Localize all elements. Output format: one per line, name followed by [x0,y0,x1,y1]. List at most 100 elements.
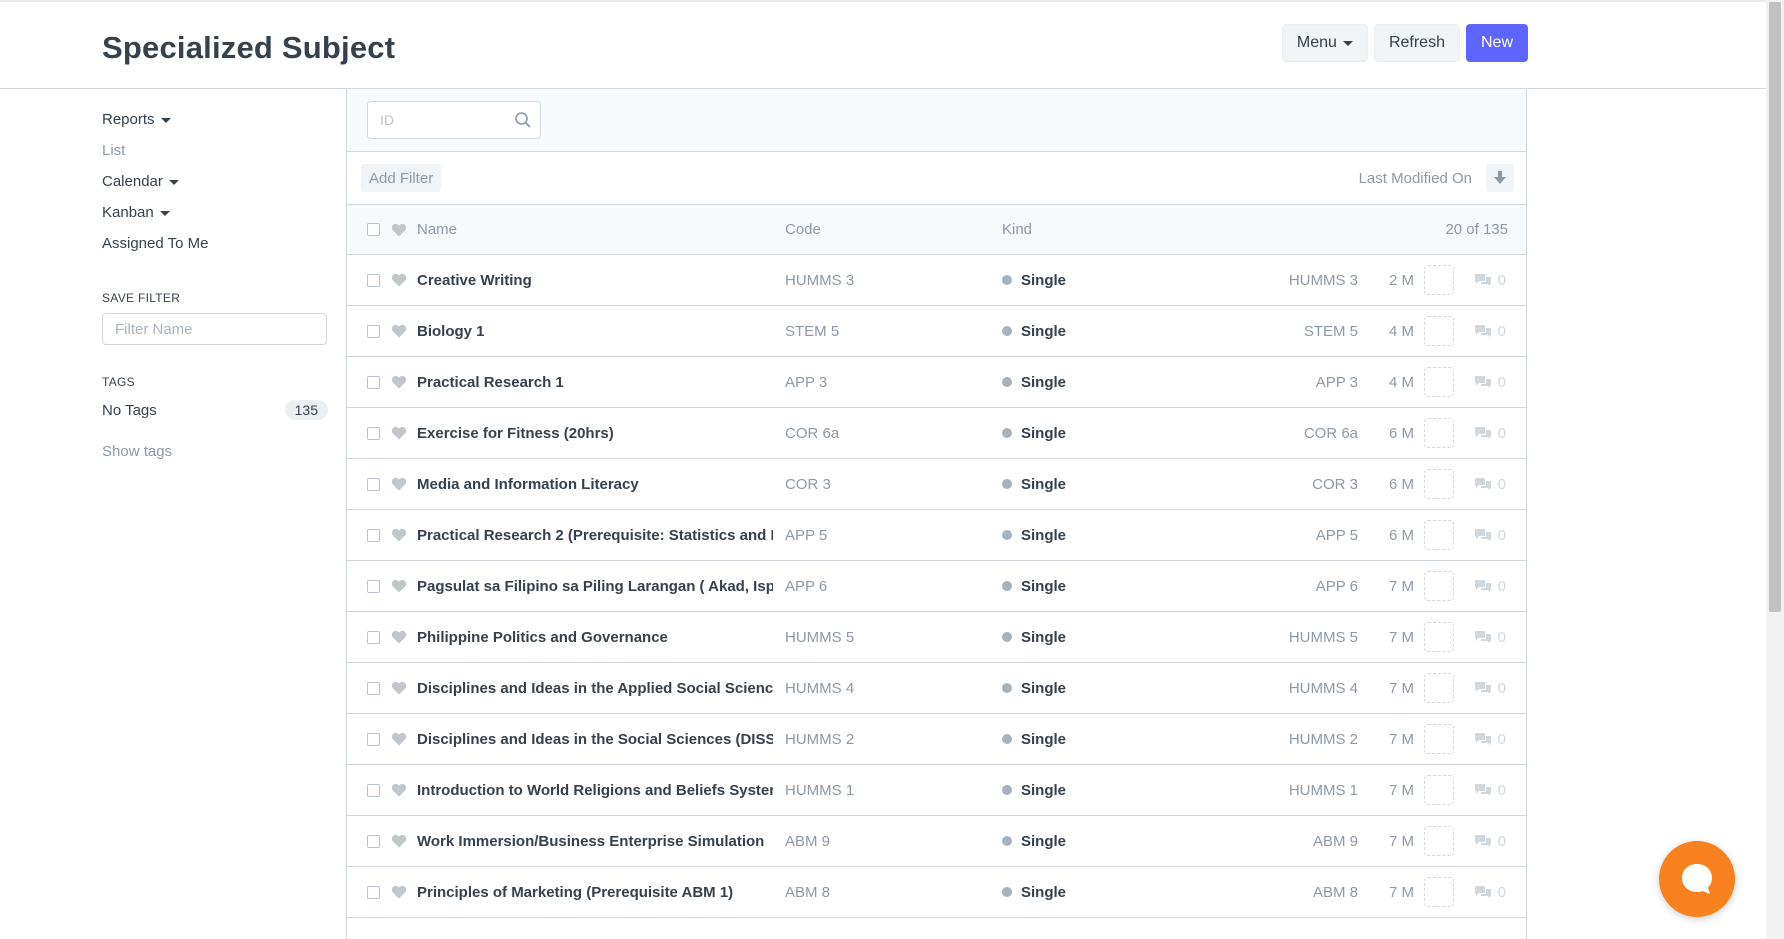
row-checkbox[interactable] [367,783,380,797]
filter-name-input[interactable] [102,313,327,345]
heart-icon[interactable] [391,630,407,644]
assigned-avatar-placeholder[interactable] [1424,775,1454,805]
table-row[interactable]: Practical Research 1 APP 3 Single APP 3 4 M 0 [347,357,1526,408]
heart-icon[interactable] [391,477,407,491]
row-comments[interactable]: 0 [1474,425,1506,442]
row-checkbox[interactable] [367,375,380,389]
row-checkbox[interactable] [367,732,380,746]
table-row[interactable]: Philippine Politics and Governance HUMMS … [347,612,1526,663]
assigned-avatar-placeholder[interactable] [1424,520,1454,550]
scrollbar-thumb[interactable] [1769,2,1781,612]
table-row[interactable]: Biology 1 STEM 5 Single STEM 5 4 M 0 [347,306,1526,357]
table-row[interactable]: Exercise for Fitness (20hrs) COR 6a Single… [347,408,1526,459]
assigned-avatar-placeholder[interactable] [1424,316,1454,346]
assigned-avatar-placeholder[interactable] [1424,877,1454,907]
row-comments[interactable]: 0 [1474,833,1506,850]
row-comments[interactable]: 0 [1474,374,1506,391]
row-name-link[interactable]: Work Immersion/Business Enterprise Simul… [417,833,773,850]
heart-icon[interactable] [391,834,407,848]
row-name-link[interactable]: Principles of Marketing (Prerequisite AB… [417,884,773,901]
table-row[interactable]: Pagsulat sa Filipino sa Piling Larangan … [347,561,1526,612]
row-comments[interactable]: 0 [1474,782,1506,799]
row-name-link[interactable]: Media and Information Literacy [417,476,773,493]
row-checkbox[interactable] [367,477,380,491]
row-name-link[interactable]: Pagsulat sa Filipino sa Piling Larangan … [417,578,773,595]
row-name-link[interactable]: Practical Research 1 [417,374,773,391]
sidebar-item-list[interactable]: List [102,139,328,170]
sidebar-item-calendar[interactable]: Calendar [102,170,328,201]
heart-icon[interactable] [391,324,407,338]
row-comments[interactable]: 0 [1474,527,1506,544]
heart-icon[interactable] [391,783,407,797]
sort-field-selector[interactable]: Last Modified On [1359,170,1472,187]
table-row[interactable]: Disciplines and Ideas in the Applied Soc… [347,663,1526,714]
page-scrollbar[interactable] [1766,0,1784,939]
row-checkbox[interactable] [367,630,380,644]
select-all-checkbox[interactable] [367,223,380,236]
add-filter-button[interactable]: Add Filter [361,164,442,192]
table-row[interactable]: Work Immersion/Business Enterprise Simul… [347,816,1526,867]
row-comments[interactable]: 0 [1474,629,1506,646]
table-row[interactable]: Introduction to World Religions and Beli… [347,765,1526,816]
chat-widget-button[interactable] [1659,841,1735,917]
new-button[interactable]: New [1465,24,1528,62]
row-checkbox[interactable] [367,579,380,593]
row-name-link[interactable]: Biology 1 [417,323,773,340]
table-row[interactable]: Disciplines and Ideas in the Social Scie… [347,714,1526,765]
show-tags-link[interactable]: Show tags [102,443,328,460]
assigned-avatar-placeholder[interactable] [1424,826,1454,856]
row-comments[interactable]: 0 [1474,323,1506,340]
assigned-avatar-placeholder[interactable] [1424,418,1454,448]
heart-icon[interactable] [391,426,407,440]
tag-item-no-tags[interactable]: No Tags 135 [102,395,328,425]
id-search-input[interactable] [368,102,508,138]
heart-icon[interactable] [391,528,407,542]
search-icon[interactable] [514,111,532,129]
assigned-avatar-placeholder[interactable] [1424,673,1454,703]
sort-order-button[interactable] [1486,164,1514,192]
heart-icon[interactable] [391,273,407,287]
row-checkbox[interactable] [367,834,380,848]
row-comments[interactable]: 0 [1474,578,1506,595]
row-name-link[interactable]: Disciplines and Ideas in the Social Scie… [417,731,773,748]
row-checkbox[interactable] [367,528,380,542]
row-name-link[interactable]: Practical Research 2 (Prerequisite: Stat… [417,527,773,544]
table-row[interactable]: Practical Research 2 (Prerequisite: Stat… [347,510,1526,561]
menu-button[interactable]: Menu [1281,24,1368,62]
row-name-link[interactable]: Exercise for Fitness (20hrs) [417,425,773,442]
sidebar-item-kanban[interactable]: Kanban [102,201,328,232]
heart-icon[interactable] [391,223,407,237]
row-comments[interactable]: 0 [1474,680,1506,697]
table-row[interactable]: Principles of Marketing (Prerequisite AB… [347,867,1526,918]
heart-icon[interactable] [391,579,407,593]
row-checkbox[interactable] [367,681,380,695]
assigned-avatar-placeholder[interactable] [1424,571,1454,601]
table-row[interactable]: Creative Writing HUMMS 3 Single HUMMS 3 2 M 0 [347,255,1526,306]
row-name-link[interactable]: Disciplines and Ideas in the Applied Soc… [417,680,773,697]
assigned-avatar-placeholder[interactable] [1424,265,1454,295]
heart-icon[interactable] [391,732,407,746]
heart-icon[interactable] [391,681,407,695]
row-checkbox[interactable] [367,273,380,287]
row-comments[interactable]: 0 [1474,731,1506,748]
heart-icon[interactable] [391,375,407,389]
row-checkbox[interactable] [367,324,380,338]
sidebar-item-reports[interactable]: Reports [102,108,328,139]
status-dot-icon [1002,887,1012,897]
row-comments[interactable]: 0 [1474,884,1506,901]
assigned-avatar-placeholder[interactable] [1424,724,1454,754]
sidebar-item-assigned-to-me[interactable]: Assigned To Me [102,232,328,263]
row-checkbox[interactable] [367,426,380,440]
row-comments[interactable]: 0 [1474,272,1506,289]
heart-icon[interactable] [391,885,407,899]
refresh-button[interactable]: Refresh [1373,24,1460,62]
row-checkbox[interactable] [367,885,380,899]
assigned-avatar-placeholder[interactable] [1424,469,1454,499]
row-name-link[interactable]: Philippine Politics and Governance [417,629,773,646]
assigned-avatar-placeholder[interactable] [1424,367,1454,397]
table-row[interactable]: Media and Information Literacy COR 3 Singl… [347,459,1526,510]
row-comments[interactable]: 0 [1474,476,1506,493]
assigned-avatar-placeholder[interactable] [1424,622,1454,652]
row-name-link[interactable]: Creative Writing [417,272,773,289]
row-name-link[interactable]: Introduction to World Religions and Beli… [417,782,773,799]
